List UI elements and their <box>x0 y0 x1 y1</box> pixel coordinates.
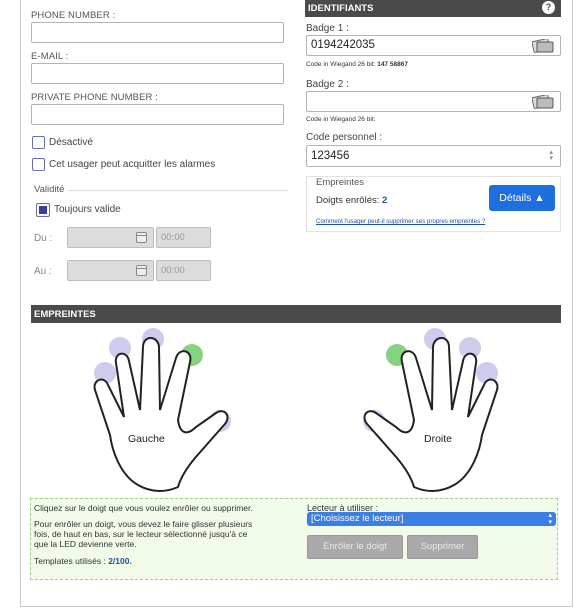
select-arrows-icon: ▴ ▾ <box>548 512 552 526</box>
email-input[interactable] <box>31 63 284 84</box>
badge-reader-icon[interactable] <box>532 95 554 109</box>
left-hand[interactable] <box>80 325 240 495</box>
phone-label: PHONE NUMBER : <box>31 10 116 21</box>
disabled-label: Désactivé <box>49 137 93 148</box>
always-valid-checkbox[interactable] <box>36 203 50 217</box>
wiegand1-text: Code in Wiegand 26 bit: 147 58867 <box>306 61 408 68</box>
identifiers-header: IDENTIFIANTS ? <box>305 0 561 17</box>
badge2-input[interactable] <box>306 91 561 112</box>
info-line1: Cliquez sur le doigt que vous voulez enr… <box>34 503 253 513</box>
private-phone-label: PRIVATE PHONE NUMBER : <box>31 92 158 103</box>
acknowledge-alarms-checkbox[interactable] <box>32 158 45 171</box>
from-time-input[interactable]: 00:00 <box>156 227 211 248</box>
acknowledge-alarms-label: Cet usager peut acquitter les alarmes <box>49 159 216 170</box>
info-line2c: que la LED devienne verte. <box>34 539 137 549</box>
badge1-label: Badge 1 : <box>306 23 349 34</box>
fingerprints-header: EMPREINTES <box>31 305 561 323</box>
delete-finger-button[interactable]: Supprimer <box>407 535 478 559</box>
phone-input[interactable] <box>31 22 284 43</box>
calendar-icon[interactable] <box>136 232 147 243</box>
disabled-checkbox[interactable] <box>32 136 45 149</box>
validity-divider <box>68 190 288 191</box>
calendar-icon[interactable] <box>136 265 147 276</box>
badge-reader-icon[interactable] <box>532 39 554 53</box>
from-date-input[interactable] <box>67 227 154 248</box>
to-time-input[interactable]: 00:00 <box>156 260 211 281</box>
badge2-label: Badge 2 : <box>306 79 349 90</box>
email-label: E-MAIL : <box>31 51 69 62</box>
fingerprints-summary-label: Empreintes <box>316 177 365 188</box>
wiegand2-text: Code in Wiegand 26 bit: <box>306 116 376 123</box>
personal-code-label: Code personnel : <box>306 132 383 143</box>
always-valid-label: Toujours valide <box>54 204 121 215</box>
right-hand[interactable] <box>352 325 512 495</box>
reader-select[interactable]: [Choisissez le lecteur] ▴ ▾ <box>307 512 556 526</box>
enroll-finger-button[interactable]: Enrôler le doigt <box>307 535 403 559</box>
info-line2a: Pour enrôler un doigt, vous devez le fai… <box>34 519 253 529</box>
validity-label: Validité <box>34 184 65 195</box>
badge1-input[interactable]: 0194242035 <box>306 35 561 56</box>
delete-own-fingerprints-link[interactable]: Comment l'usager peut-il supprimer ses p… <box>316 218 485 225</box>
details-button[interactable]: Détails ▲ <box>489 185 555 211</box>
right-hand-label: Droite <box>424 433 453 445</box>
private-phone-input[interactable] <box>31 104 284 125</box>
to-label: Au : <box>34 266 52 277</box>
left-hand-label: Gauche <box>128 433 165 445</box>
spinner-icon[interactable]: ▴ ▾ <box>549 149 553 162</box>
enrolled-fingers-text: Doigts enrôlés: 2 <box>316 195 388 206</box>
from-label: Du : <box>34 233 53 244</box>
to-date-input[interactable] <box>67 260 154 281</box>
templates-used: Templates utilisés : 2/100. <box>34 556 132 566</box>
info-line2b: fois, de haut en bas, sur le lecteur sél… <box>34 529 248 539</box>
help-icon[interactable]: ? <box>542 1 555 14</box>
personal-code-input[interactable]: 123456 ▴ ▾ <box>306 145 561 167</box>
